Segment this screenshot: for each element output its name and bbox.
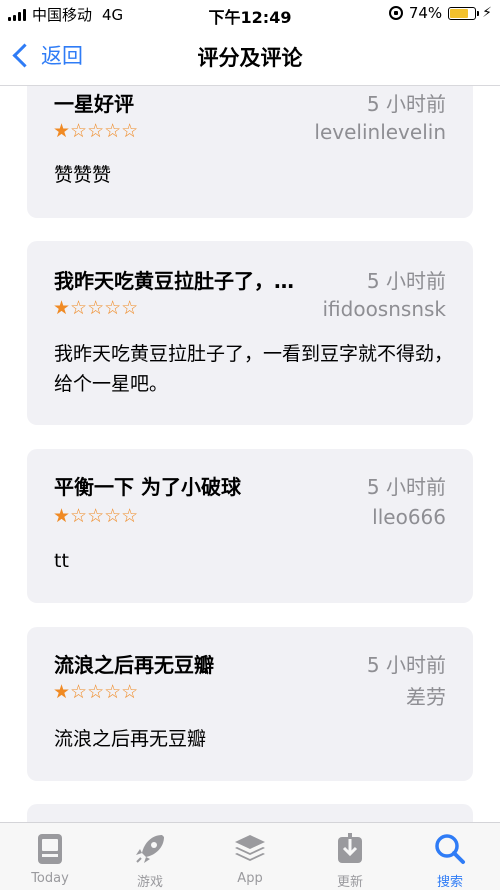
tab-label: 更新 — [336, 875, 363, 890]
tab-label: App — [237, 871, 263, 886]
tab-label: 搜索 — [436, 875, 463, 890]
review-card[interactable]: 流浪之后再无豆瓣 5 小时前 ★☆☆☆☆ 差劳 流浪之后再无豆瓣 — [27, 627, 473, 781]
review-body: tt — [54, 550, 69, 572]
tab-today[interactable]: Today — [0, 823, 100, 890]
star-rating: ★☆☆☆☆ — [53, 681, 139, 703]
review-time: 5 小时前 — [366, 92, 446, 116]
review-title: 一星好评 — [54, 92, 134, 116]
app-stack-icon — [235, 835, 265, 861]
review-time: 5 小时前 — [366, 269, 446, 293]
review-title: 我昨天吃黄豆拉肚子了，… — [54, 269, 294, 293]
charging-bolt-icon: ⚡ — [482, 5, 492, 21]
reviews-list[interactable]: 一星好评 5 小时前 ★☆☆☆☆ levelinlevelin 赞赞赞 我昨天吃… — [0, 0, 500, 889]
review-author: ifidoosnsnsk — [322, 297, 446, 321]
review-time: 5 小时前 — [366, 475, 446, 499]
review-author: 差劳 — [406, 685, 446, 709]
star-rating: ★☆☆☆☆ — [53, 120, 139, 142]
status-bar: 中国移动 4G 下午12:49 74% ⚡ — [0, 0, 500, 30]
review-body: 流浪之后再无豆瓣 — [54, 728, 207, 750]
review-author: lleo666 — [372, 505, 446, 529]
tab-search[interactable]: 搜索 — [400, 823, 500, 890]
tab-updates[interactable]: 更新 — [300, 823, 400, 890]
review-author: levelinlevelin — [314, 120, 446, 144]
review-body: 我昨天吃黄豆拉肚子了，一看到豆字就不得劲，给个一星吧。 — [54, 343, 454, 395]
review-title: 流浪之后再无豆瓣 — [54, 653, 214, 677]
tab-label: 游戏 — [136, 875, 163, 890]
tab-games[interactable]: 游戏 — [100, 823, 200, 890]
review-title: 平衡一下 为了小破球 — [54, 475, 241, 499]
battery-icon — [448, 6, 480, 20]
today-icon — [38, 834, 62, 864]
rocket-icon — [136, 835, 164, 863]
orientation-lock-icon — [388, 6, 403, 20]
navigation-bar: 返回 评分及评论 — [0, 30, 500, 86]
tab-bar: Today 游戏 App 更新 搜索 — [0, 822, 500, 890]
search-icon — [435, 834, 465, 864]
review-time: 5 小时前 — [366, 653, 446, 677]
review-card[interactable]: 平衡一下 为了小破球 5 小时前 ★☆☆☆☆ lleo666 tt — [27, 449, 473, 603]
review-body: 赞赞赞 — [54, 164, 112, 186]
page-title: 评分及评论 — [197, 46, 303, 70]
tab-apps[interactable]: App — [200, 823, 300, 890]
review-card[interactable]: 我昨天吃黄豆拉肚子了，… 5 小时前 ★☆☆☆☆ ifidoosnsnsk 我昨… — [27, 241, 473, 425]
tab-label: Today — [31, 871, 69, 886]
star-rating: ★☆☆☆☆ — [53, 297, 139, 319]
download-icon — [338, 833, 362, 863]
battery-percent: 74% — [408, 4, 443, 22]
star-rating: ★☆☆☆☆ — [53, 505, 139, 527]
